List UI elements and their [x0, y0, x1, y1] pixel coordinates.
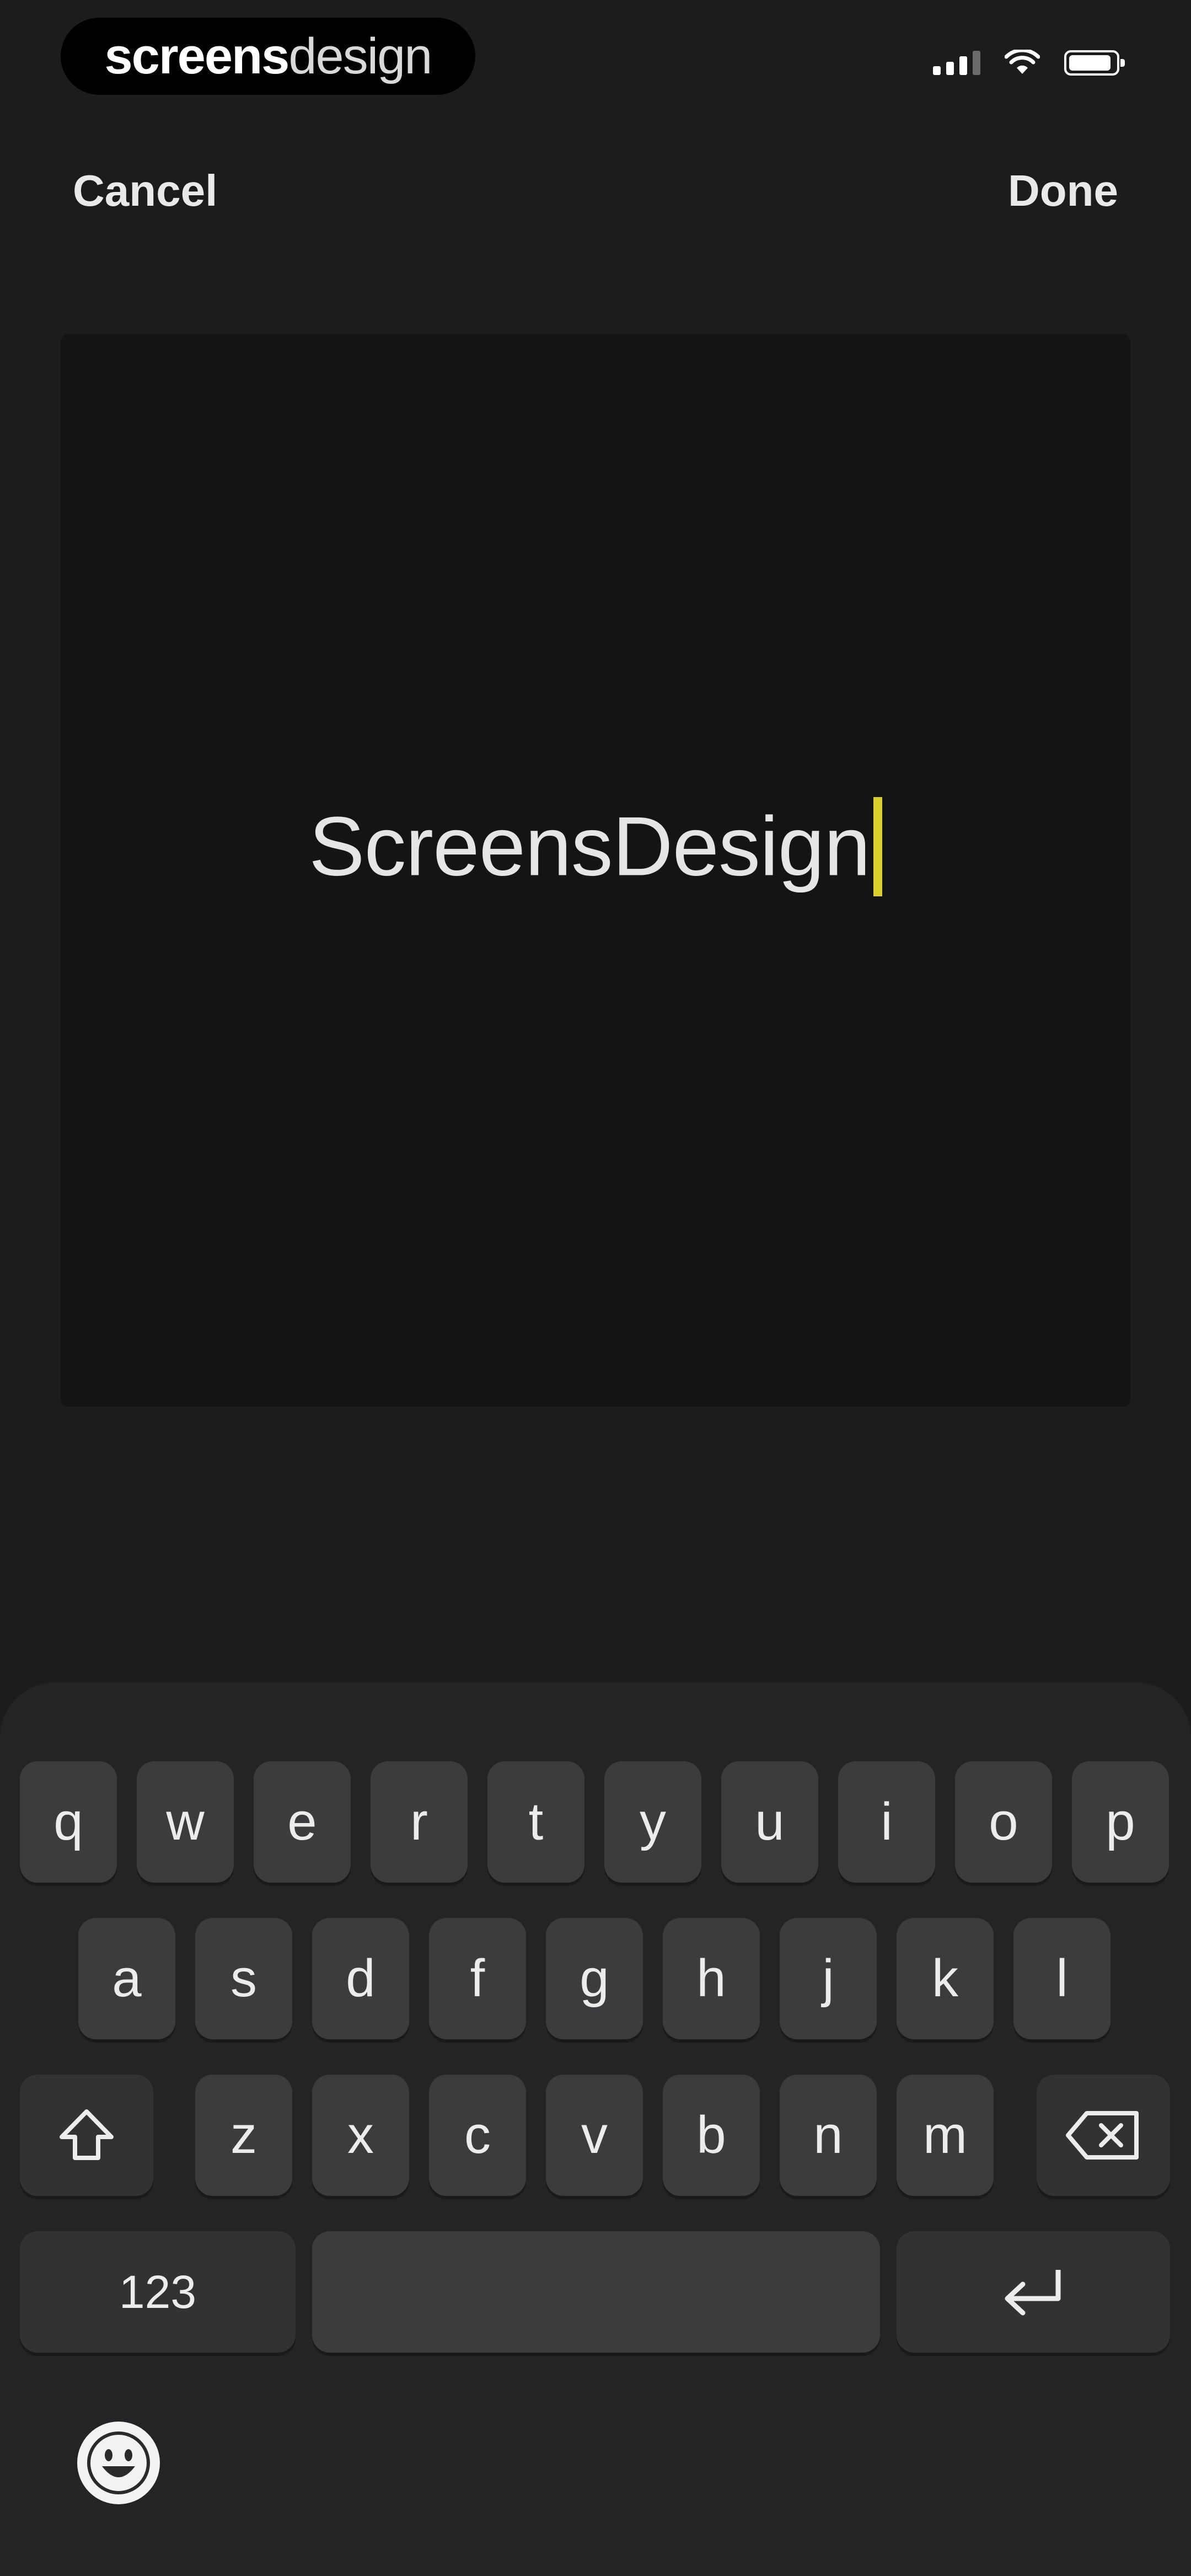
wifi-icon: [1005, 50, 1040, 74]
key-z[interactable]: z: [195, 2075, 292, 2196]
text-input[interactable]: ScreensDesign: [0, 797, 1191, 896]
key-y[interactable]: y: [604, 1761, 701, 1883]
cancel-button[interactable]: Cancel: [73, 165, 217, 216]
cellular-signal-icon: [933, 51, 980, 75]
key-m[interactable]: m: [897, 2075, 994, 2196]
key-o[interactable]: o: [955, 1761, 1052, 1883]
key-b[interactable]: b: [663, 2075, 760, 2196]
status-icons: [933, 50, 1125, 76]
status-bar: screens design: [0, 0, 1191, 116]
key-s[interactable]: s: [195, 1918, 292, 2039]
numbers-key[interactable]: 123: [20, 2231, 296, 2353]
return-key[interactable]: [897, 2231, 1170, 2353]
key-k[interactable]: k: [897, 1918, 994, 2039]
key-l[interactable]: l: [1013, 1918, 1110, 2039]
key-x[interactable]: x: [312, 2075, 409, 2196]
key-r[interactable]: r: [371, 1761, 468, 1883]
brand-light: design: [288, 28, 432, 84]
return-icon: [1005, 2270, 1061, 2316]
key-f[interactable]: f: [429, 1918, 526, 2039]
key-w[interactable]: w: [137, 1761, 234, 1883]
shift-icon: [60, 2109, 114, 2160]
brand-logo: screens design: [61, 18, 475, 95]
key-g[interactable]: g: [546, 1918, 643, 2039]
done-button[interactable]: Done: [1008, 165, 1118, 216]
key-a[interactable]: a: [78, 1918, 175, 2039]
emoji-button[interactable]: [77, 2422, 160, 2504]
key-p[interactable]: p: [1072, 1761, 1169, 1883]
key-c[interactable]: c: [429, 2075, 526, 2196]
text-value: ScreensDesign: [309, 799, 871, 894]
key-e[interactable]: e: [254, 1761, 351, 1883]
key-n[interactable]: n: [780, 2075, 877, 2196]
delete-icon: [1066, 2111, 1139, 2160]
space-key[interactable]: [312, 2231, 880, 2353]
battery-icon: [1064, 50, 1125, 76]
key-i[interactable]: i: [838, 1761, 935, 1883]
key-h[interactable]: h: [663, 1918, 760, 2039]
emoji-icon: [87, 2431, 150, 2494]
text-caret: [873, 797, 882, 896]
key-t[interactable]: t: [487, 1761, 584, 1883]
key-d[interactable]: d: [312, 1918, 409, 2039]
key-u[interactable]: u: [721, 1761, 818, 1883]
shift-key[interactable]: [20, 2075, 153, 2196]
delete-key[interactable]: [1037, 2075, 1170, 2196]
key-q[interactable]: q: [20, 1761, 117, 1883]
brand-bold: screens: [104, 28, 290, 84]
key-v[interactable]: v: [546, 2075, 643, 2196]
key-j[interactable]: j: [780, 1918, 877, 2039]
